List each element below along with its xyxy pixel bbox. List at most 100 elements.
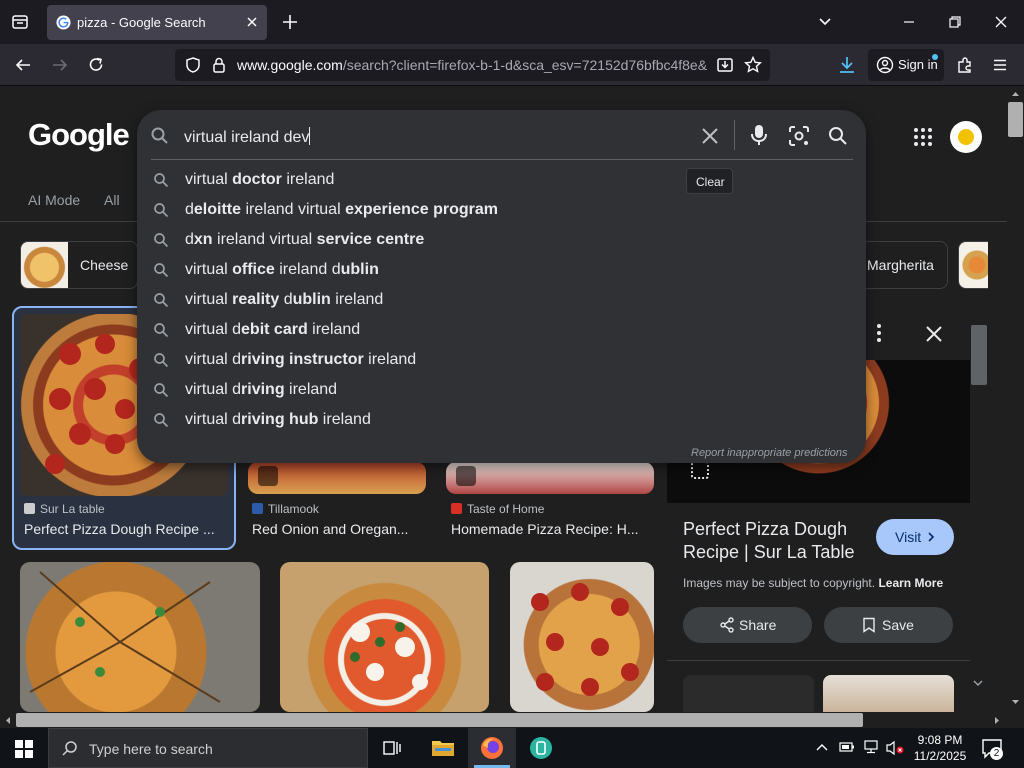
suggestion-item[interactable]: virtual office ireland dublin xyxy=(137,255,866,285)
extensions-icon[interactable] xyxy=(956,56,974,74)
firefox-taskbar-button[interactable] xyxy=(468,728,516,768)
pinned-app-icon[interactable] xyxy=(529,736,553,760)
url-bar[interactable]: www.google.com/search?client=firefox-b-1… xyxy=(175,49,770,81)
share-label: Share xyxy=(739,617,777,633)
new-tab-icon[interactable] xyxy=(281,13,299,31)
tab-overview-icon[interactable] xyxy=(11,13,29,31)
notification-center-icon[interactable]: 2 xyxy=(981,738,1005,760)
scroll-right-arrow-icon[interactable] xyxy=(993,716,1001,725)
result-image-margherita-pizza[interactable] xyxy=(280,562,489,712)
app-menu-icon[interactable] xyxy=(991,56,1009,74)
result-image-sliced-pizza[interactable] xyxy=(20,562,260,712)
suggestion-item[interactable]: virtual debit card ireland xyxy=(137,315,866,345)
browser-tab-active[interactable]: pizza - Google Search xyxy=(47,5,267,40)
panel-scrollbar-track[interactable] xyxy=(970,325,988,685)
panel-title[interactable]: Perfect Pizza Dough Recipe | Sur La Tabl… xyxy=(683,518,868,564)
network-icon[interactable] xyxy=(862,740,880,754)
panel-scroll-down-icon[interactable] xyxy=(972,678,984,688)
taskbar-search-box[interactable]: Type here to search xyxy=(48,728,368,768)
search-submit-icon[interactable] xyxy=(828,126,848,146)
reload-icon[interactable] xyxy=(87,56,105,74)
show-hidden-icons-chevron-icon[interactable] xyxy=(815,742,829,752)
scroll-left-arrow-icon[interactable] xyxy=(4,716,12,725)
suggestion-text: virtual reality dublin ireland xyxy=(185,291,383,309)
restore-window-icon[interactable] xyxy=(947,14,963,30)
more-options-icon[interactable] xyxy=(875,321,883,345)
scroll-up-arrow-icon[interactable] xyxy=(1011,90,1020,98)
suggestion-item[interactable]: virtual reality dublin ireland xyxy=(137,285,866,315)
battery-icon[interactable] xyxy=(839,741,855,753)
close-panel-icon[interactable] xyxy=(925,325,943,343)
result-image-pepperoni-slices[interactable] xyxy=(510,562,654,712)
suggestion-completion: riving hub xyxy=(241,411,319,428)
suggestion-completion: service centre xyxy=(316,231,425,248)
panel-divider xyxy=(667,660,970,661)
suggestion-fragment: ireland d xyxy=(274,261,341,278)
taskbar-clock[interactable]: 9:08 PM 11/2/2025 xyxy=(908,732,972,764)
chip-partial[interactable] xyxy=(958,241,988,289)
suggestion-item[interactable]: virtual driving ireland xyxy=(137,375,866,405)
bookmark-star-icon[interactable] xyxy=(744,56,762,74)
suggestion-item[interactable]: dxn ireland virtual service centre xyxy=(137,225,866,255)
tab-all[interactable]: All xyxy=(104,192,120,208)
page-horizontal-scroll-thumb[interactable] xyxy=(16,713,863,727)
google-logo[interactable]: Google xyxy=(28,117,130,153)
visit-button[interactable]: Visit xyxy=(876,519,954,555)
list-tabs-chevron-icon[interactable] xyxy=(817,14,833,30)
mic-icon[interactable] xyxy=(749,124,769,146)
suggestion-completion: riving xyxy=(241,381,285,398)
share-button[interactable]: Share xyxy=(683,607,812,643)
suggestion-completion: office xyxy=(232,261,275,278)
apps-grid-icon[interactable] xyxy=(906,125,940,149)
suggestion-completion: xn xyxy=(193,231,213,248)
lens-icon[interactable] xyxy=(788,125,810,147)
windows-start-icon[interactable] xyxy=(15,740,33,758)
suggestion-item[interactable]: virtual doctor ireland xyxy=(137,165,866,195)
related-image-thumbnail[interactable] xyxy=(823,675,954,712)
volume-muted-icon[interactable] xyxy=(885,740,905,756)
page-vertical-scrollbar[interactable] xyxy=(1007,86,1024,712)
learn-more-link[interactable]: Learn More xyxy=(878,576,943,590)
task-view-icon[interactable] xyxy=(382,738,402,758)
downloads-icon[interactable] xyxy=(838,55,856,75)
visual-search-icon[interactable] xyxy=(691,461,709,479)
scroll-down-arrow-icon[interactable] xyxy=(1011,698,1020,706)
suggestion-text: virtual doctor ireland xyxy=(185,171,334,189)
url-host: www.google.com xyxy=(237,57,343,73)
result-image-tillamook[interactable] xyxy=(248,462,426,494)
report-predictions-link[interactable]: Report inappropriate predictions xyxy=(691,447,848,459)
share-icon xyxy=(719,617,735,633)
file-explorer-icon[interactable] xyxy=(431,738,455,758)
result-title[interactable]: Homemade Pizza Recipe: H... xyxy=(451,521,651,537)
result-title[interactable]: Red Onion and Oregan... xyxy=(252,521,422,537)
back-arrow-icon[interactable] xyxy=(14,56,32,74)
sign-in-button[interactable]: Sign in xyxy=(868,49,944,81)
chip-label: Cheese xyxy=(80,257,129,273)
suggestion-text: virtual driving ireland xyxy=(185,381,337,399)
copyright-notice: Images may be subject to copyright. Lear… xyxy=(683,576,943,590)
related-image-thumbnail[interactable] xyxy=(683,675,814,712)
save-button[interactable]: Save xyxy=(824,607,953,643)
result-title[interactable]: Perfect Pizza Dough Recipe ... xyxy=(24,521,224,537)
panel-scrollbar-thumb[interactable] xyxy=(971,325,987,385)
close-tab-icon[interactable] xyxy=(245,15,259,29)
url-actions xyxy=(716,56,770,74)
source-favicon-icon xyxy=(24,503,35,514)
save-to-pocket-icon[interactable] xyxy=(716,56,734,74)
source-name: Sur La table xyxy=(40,502,105,516)
suggestion-item[interactable]: deloitte ireland virtual experience prog… xyxy=(137,195,866,225)
forward-arrow-icon[interactable] xyxy=(51,56,69,74)
close-icon[interactable] xyxy=(700,126,720,146)
search-input[interactable]: virtual ireland dev xyxy=(184,127,311,147)
suggestion-item[interactable]: virtual driving hub ireland xyxy=(137,405,866,435)
tracking-shield-icon[interactable] xyxy=(184,56,202,74)
page-vertical-scroll-thumb[interactable] xyxy=(1008,102,1023,137)
result-image-tasteofhome[interactable] xyxy=(446,462,654,494)
close-window-icon[interactable] xyxy=(993,14,1009,30)
minimize-window-icon[interactable] xyxy=(901,14,917,30)
avatar[interactable] xyxy=(950,121,982,153)
suggestion-item[interactable]: virtual driving instructor ireland xyxy=(137,345,866,375)
chip-cheese[interactable]: Cheese xyxy=(20,241,138,289)
tab-ai-mode[interactable]: AI Mode xyxy=(28,192,80,208)
lock-icon[interactable] xyxy=(211,56,227,74)
